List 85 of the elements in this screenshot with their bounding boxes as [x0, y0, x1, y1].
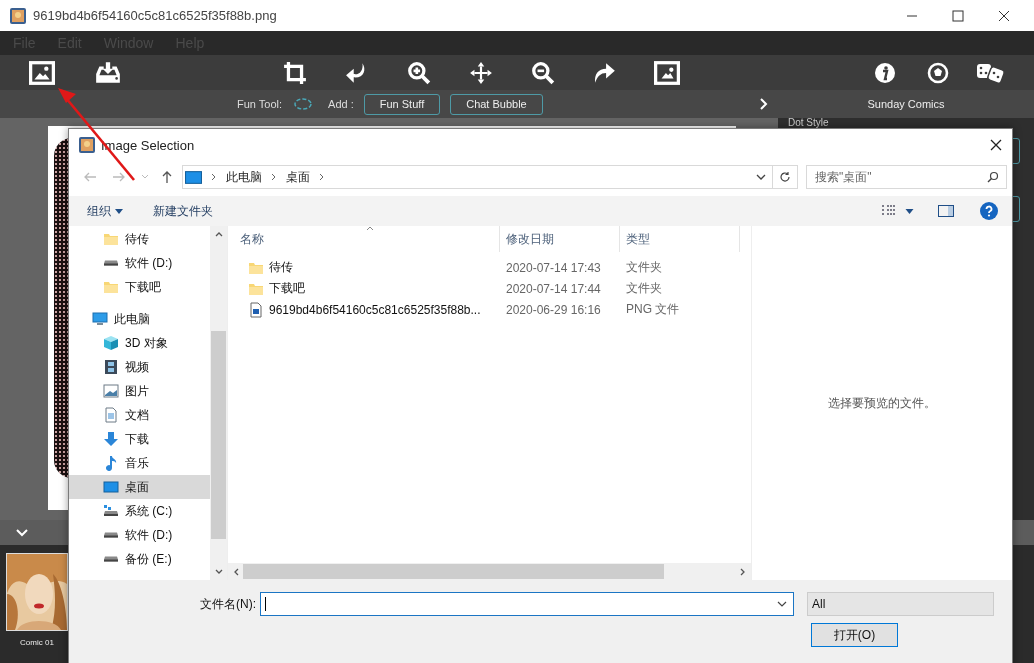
file-date: 2020-07-14 17:44: [505, 281, 602, 296]
document-icon: [103, 407, 119, 423]
nav-item[interactable]: 下载吧: [69, 275, 210, 299]
music-note-icon: [103, 455, 119, 471]
view-list-icon[interactable]: [881, 204, 897, 218]
preview-message: 选择要预览的文件。: [828, 394, 936, 412]
chevron-right-icon: [211, 173, 217, 181]
nav-item[interactable]: 此电脑: [69, 307, 210, 331]
computer-icon: [92, 311, 108, 327]
caret-down-icon[interactable]: [905, 208, 914, 214]
scrollbar[interactable]: [228, 563, 751, 580]
scroll-left-icon[interactable]: [234, 567, 239, 576]
desktop-icon: [185, 170, 202, 184]
search-icon: [987, 171, 999, 183]
thumbnail[interactable]: Comic 01: [6, 553, 68, 663]
breadcrumb-item[interactable]: 此电脑: [226, 168, 262, 186]
add-label: Add :: [328, 98, 354, 110]
file-name[interactable]: 下载吧: [228, 280, 500, 297]
panel-title: Sunday Comics: [867, 98, 945, 110]
scroll-right-icon[interactable]: [740, 567, 745, 576]
close-icon[interactable]: [990, 139, 1002, 151]
sort-caret-icon: [366, 226, 374, 231]
nav-item[interactable]: 软件 (D:): [69, 523, 210, 547]
chevron-down-icon[interactable]: [756, 174, 766, 180]
new-folder-button[interactable]: 新建文件夹: [153, 202, 213, 220]
preview-pane-icon[interactable]: [938, 205, 954, 217]
film-icon: [103, 359, 119, 375]
folder-icon: [103, 231, 119, 247]
desktop-icon: [103, 479, 119, 495]
scroll-up-icon[interactable]: [214, 232, 223, 237]
nav-item[interactable]: 系统 (C:): [69, 499, 210, 523]
chevron-right-icon[interactable]: [759, 98, 769, 110]
help-icon[interactable]: [980, 202, 998, 220]
panel-label: Dot Style: [788, 118, 829, 128]
column-header[interactable]: 类型: [620, 226, 740, 252]
file-name[interactable]: 9619bd4b6f54160c5c81c6525f35f88b...: [228, 301, 500, 318]
add-button[interactable]: Fun Stuff: [363, 93, 441, 115]
file-type-dropdown[interactable]: All: [807, 592, 994, 616]
down-arrow-icon: [103, 431, 119, 447]
file-type: 文件夹: [625, 259, 663, 276]
picture-icon: [103, 383, 119, 399]
nav-item[interactable]: 视频: [69, 355, 210, 379]
breadcrumb-item[interactable]: 桌面: [286, 168, 310, 186]
fun-tool-label: Fun Tool:: [237, 98, 283, 110]
nav-item[interactable]: 图片: [69, 379, 210, 403]
file-type: PNG 文件: [625, 301, 681, 318]
refresh-icon[interactable]: [779, 171, 791, 183]
nav-item[interactable]: 软件 (D:): [69, 251, 210, 275]
app-icon: [10, 7, 26, 24]
filename-field[interactable]: [260, 592, 794, 616]
lasso-icon[interactable]: [293, 97, 314, 111]
window-title: 9619bd4b6f54160c5c81c6525f35f88b.png: [33, 8, 277, 23]
address-bar[interactable]: 此电脑 桌面: [182, 165, 798, 189]
system-drive-icon: [103, 503, 119, 519]
chevron-right-icon: [319, 173, 325, 181]
nav-item[interactable]: 备份 (E:): [69, 547, 210, 571]
scroll-down-icon[interactable]: [214, 569, 223, 574]
maximize-icon[interactable]: [952, 9, 964, 22]
chevron-right-icon: [271, 173, 277, 181]
column-header[interactable]: 修改日期: [500, 226, 620, 252]
image-file-icon: [248, 301, 264, 318]
file-name[interactable]: 待传: [228, 259, 500, 276]
close-icon[interactable]: [998, 9, 1010, 22]
open-button[interactable]: 打开(O): [811, 623, 898, 647]
folder-icon: [103, 279, 119, 295]
nav-item[interactable]: 文档: [69, 403, 210, 427]
caret-icon: [115, 208, 123, 214]
search-field[interactable]: 搜索"桌面": [806, 165, 1007, 189]
filename-label: 文件名(N):: [200, 595, 256, 613]
thumbnail-label: Comic 01: [20, 638, 54, 647]
column-header[interactable]: 名称: [228, 226, 500, 252]
app-icon: [79, 137, 95, 153]
up-arrow-icon[interactable]: [161, 170, 173, 184]
nav-item[interactable]: 桌面: [69, 475, 210, 499]
file-date: 2020-06-29 16:16: [505, 302, 602, 317]
cube-icon: [103, 335, 119, 351]
add-button[interactable]: Chat Bubble: [450, 93, 543, 115]
nav-item[interactable]: 下载: [69, 427, 210, 451]
nav-item[interactable]: 音乐: [69, 451, 210, 475]
organize-menu[interactable]: 组织: [87, 202, 123, 220]
nav-item[interactable]: 待传: [69, 227, 210, 251]
file-type: 文件夹: [625, 280, 663, 297]
file-date: 2020-07-14 17:43: [505, 260, 602, 275]
chevron-down-icon[interactable]: [777, 601, 787, 607]
nav-item[interactable]: 3D 对象: [69, 331, 210, 355]
